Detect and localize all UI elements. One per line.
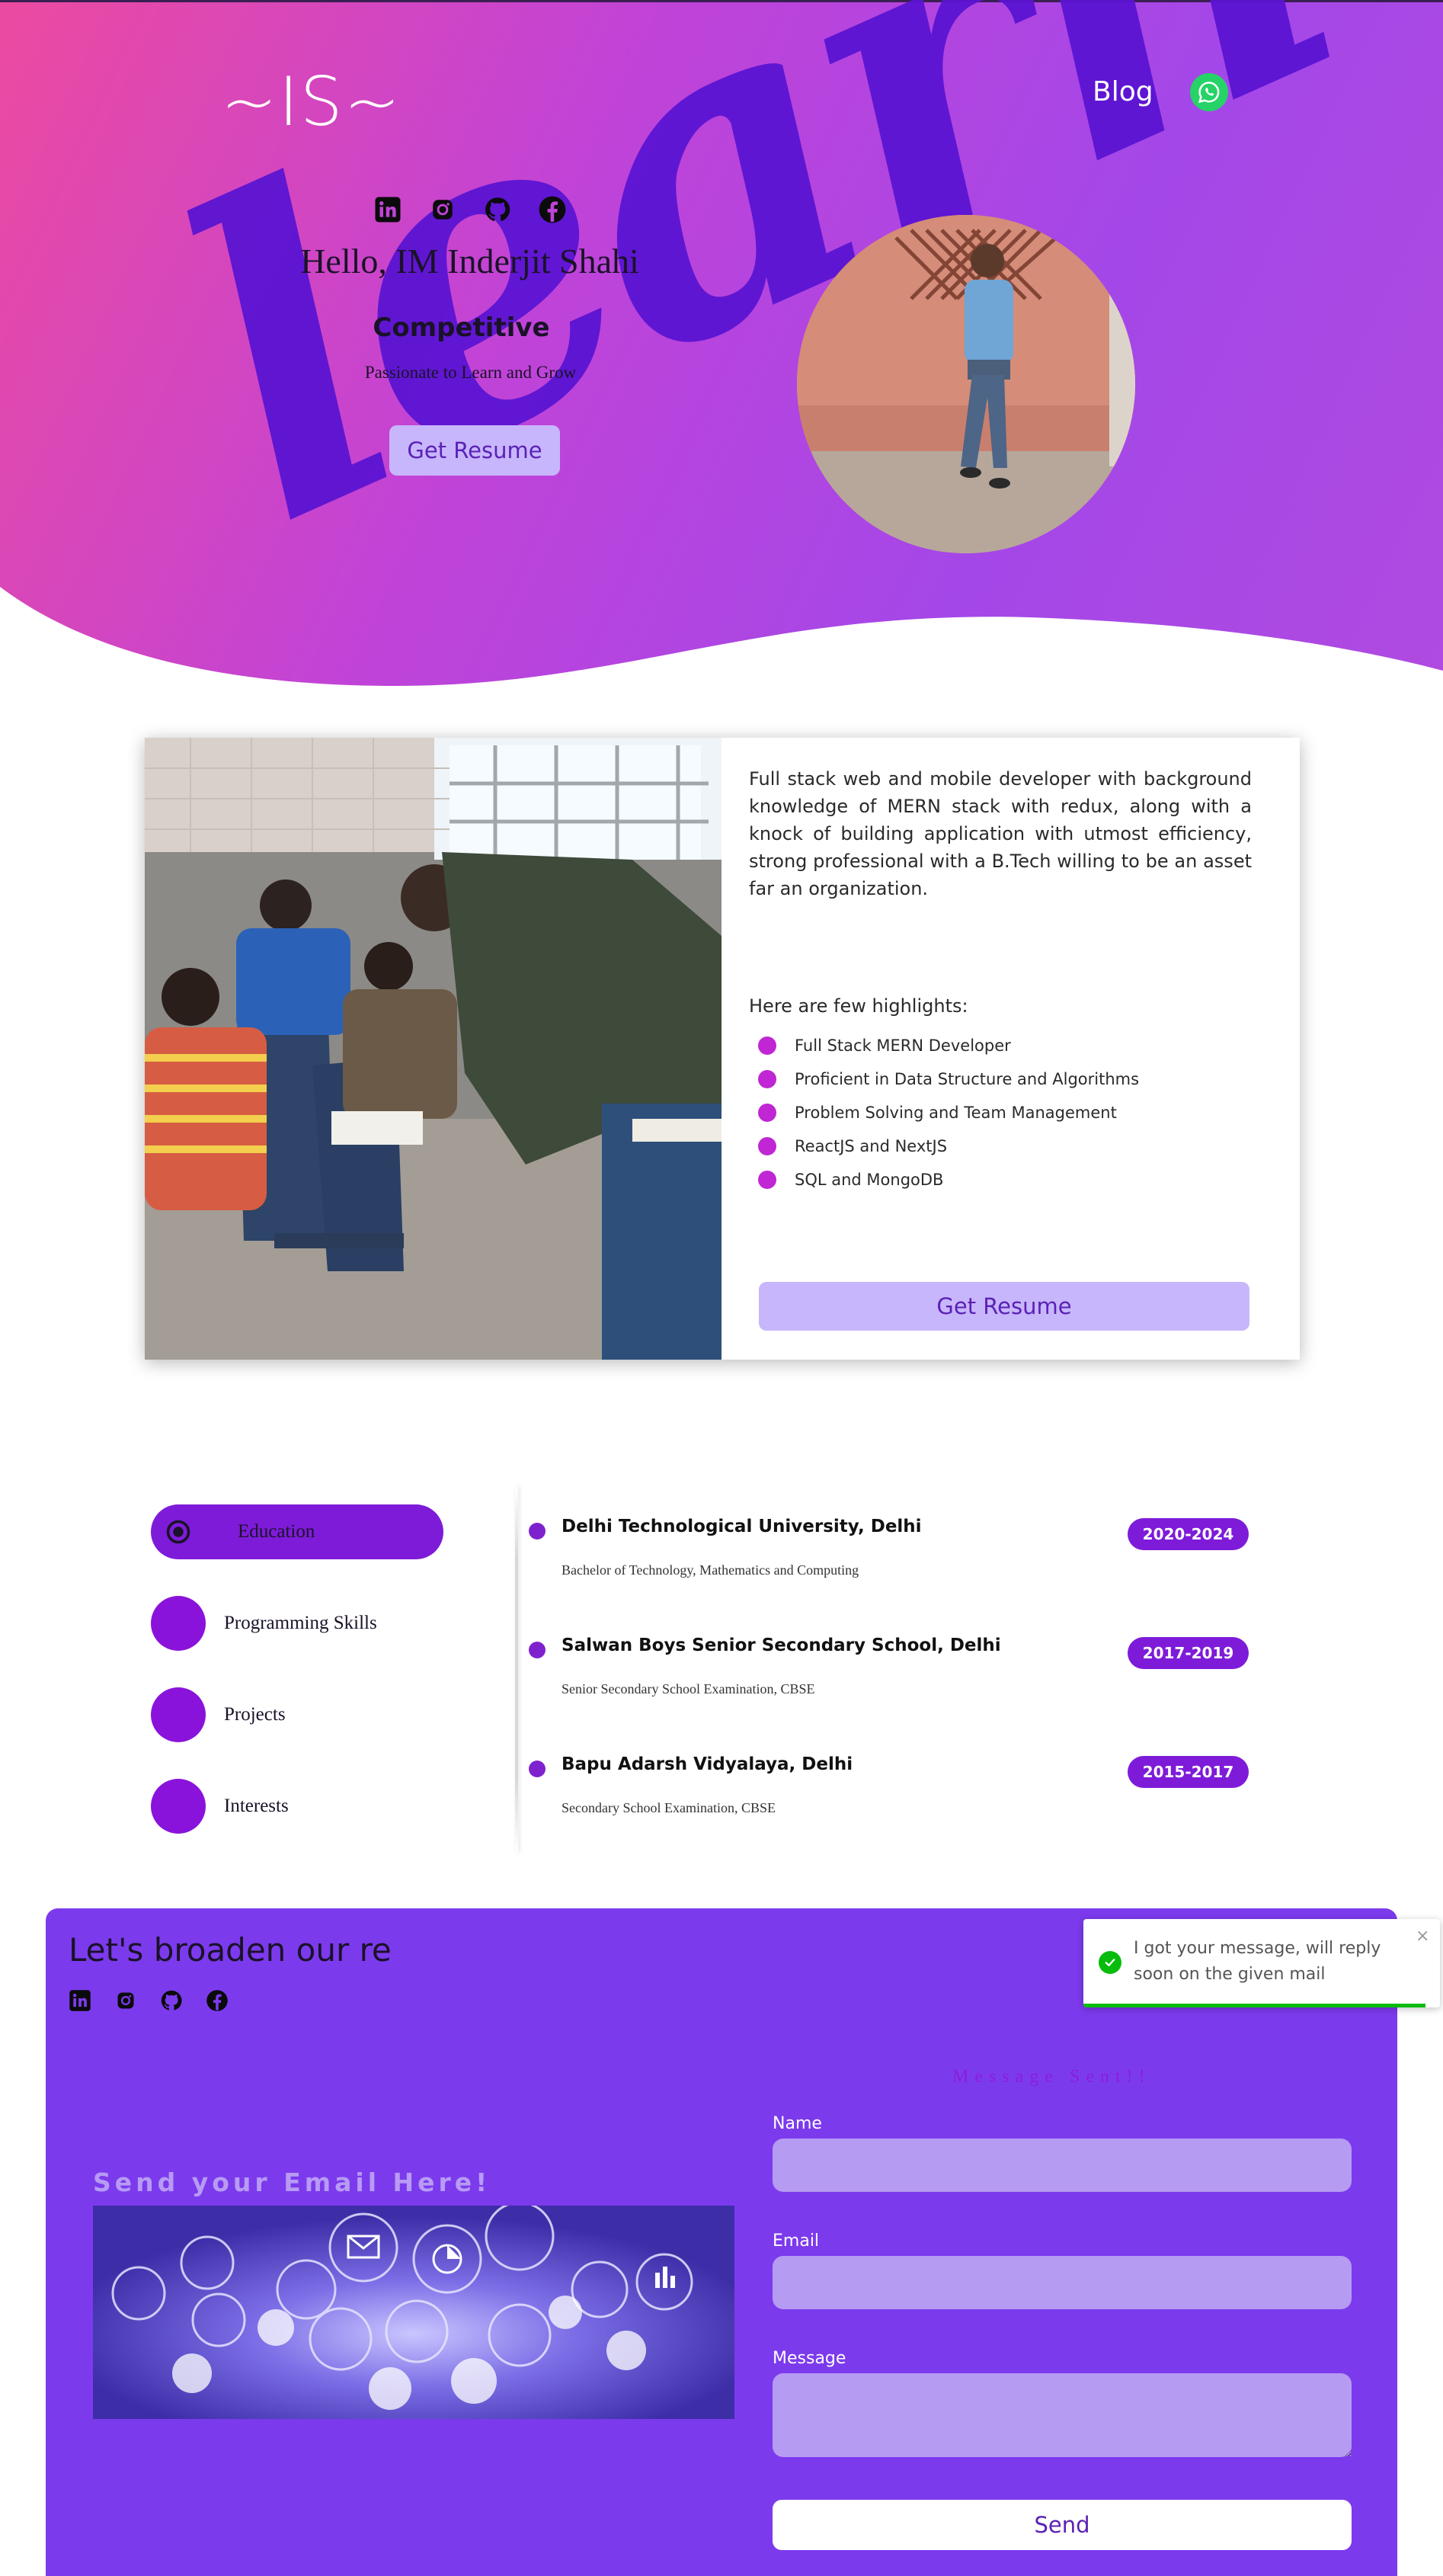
facebook-icon[interactable]: [206, 1989, 229, 2012]
about-photo: [145, 738, 722, 1360]
education-subtitle: Secondary School Examination, CBSE: [562, 1800, 776, 1815]
year-badge: 2020-2024: [1128, 1518, 1249, 1550]
hero-tagline: Passionate to Learn and Grow: [364, 363, 577, 382]
top-border: [0, 0, 1443, 2]
hero-wave: [0, 587, 1443, 694]
linkedin-icon[interactable]: [69, 1989, 91, 2012]
highlight-item: Full Stack MERN Developer: [758, 1029, 1139, 1062]
linkedin-icon[interactable]: [373, 195, 402, 224]
send-button[interactable]: Send: [773, 2500, 1352, 2550]
profile-avatar: [797, 215, 1135, 553]
hero-greeting: Hello, IM Inderjit Shahi: [300, 242, 639, 280]
highlights-title: Here are few highlights:: [749, 995, 968, 1017]
tab-circle-icon: [151, 1687, 206, 1742]
tabs-divider: [515, 1486, 518, 1852]
about-description: Full stack web and mobile developer with…: [749, 768, 1252, 899]
hero-social-links: [373, 195, 567, 224]
highlight-text: SQL and MongoDB: [795, 1171, 944, 1189]
contact-social-links: [69, 1989, 229, 2012]
tab-label: Projects: [224, 1704, 286, 1725]
education-list: Delhi Technological University, Delhi Ba…: [526, 1515, 1288, 1872]
highlight-text: Proficient in Data Structure and Algorit…: [795, 1070, 1140, 1088]
site-logo[interactable]: ~IS~: [221, 62, 402, 141]
education-item: Salwan Boys Senior Secondary School, Del…: [526, 1634, 1288, 1753]
highlight-item: Problem Solving and Team Management: [758, 1096, 1139, 1129]
tab-label: Interests: [224, 1796, 289, 1816]
contact-illustration: [93, 2206, 734, 2419]
timeline-dot: [529, 1642, 546, 1658]
bullet-dot: [758, 1171, 776, 1189]
toast-message: I got your message, will reply soon on t…: [1134, 1939, 1381, 1984]
target-icon: [151, 1504, 206, 1559]
tab-projects[interactable]: Projects: [151, 1687, 443, 1742]
nav-blog-link[interactable]: Blog: [1093, 76, 1153, 107]
education-title: Delhi Technological University, Delhi: [562, 1517, 922, 1536]
tab-label: Programming Skills: [224, 1613, 377, 1633]
year-badge: 2017-2019: [1128, 1637, 1249, 1669]
education-item: Delhi Technological University, Delhi Ba…: [526, 1515, 1288, 1634]
contact-section: Let's broaden our re Message Sent!! Send…: [46, 1908, 1397, 2576]
hero-get-resume-button[interactable]: Get Resume: [389, 425, 560, 476]
facebook-icon[interactable]: [538, 195, 567, 224]
bullet-dot: [758, 1070, 776, 1088]
timeline-dot: [529, 1523, 546, 1540]
bullet-dot: [758, 1036, 776, 1055]
contact-title: Let's broaden our re: [69, 1931, 392, 1969]
message-textarea[interactable]: [773, 2373, 1352, 2457]
message-label: Message: [773, 2349, 846, 2368]
education-title: Bapu Adarsh Vidyalaya, Delhi: [562, 1754, 853, 1774]
highlight-text: Problem Solving and Team Management: [795, 1104, 1117, 1122]
highlights-list: Full Stack MERN Developer Proficient in …: [758, 1029, 1139, 1197]
email-label: Email: [773, 2232, 820, 2251]
github-icon[interactable]: [483, 195, 512, 224]
about-get-resume-button[interactable]: Get Resume: [759, 1282, 1249, 1331]
toast-progress-bar: [1083, 2004, 1426, 2007]
instagram-icon[interactable]: [114, 1989, 137, 2012]
resume-tabs: Education Programming Skills Projects In…: [151, 1504, 443, 1870]
tab-education[interactable]: Education: [151, 1504, 443, 1559]
email-input[interactable]: [773, 2256, 1352, 2309]
tab-circle-icon: [151, 1779, 206, 1834]
bullet-dot: [758, 1137, 776, 1155]
name-input[interactable]: [773, 2139, 1352, 2192]
education-title: Salwan Boys Senior Secondary School, Del…: [562, 1636, 1001, 1655]
year-badge: 2015-2017: [1128, 1756, 1249, 1788]
highlight-text: Full Stack MERN Developer: [795, 1036, 1011, 1055]
github-icon[interactable]: [160, 1989, 183, 2012]
close-icon[interactable]: ×: [1416, 1927, 1429, 1946]
about-card: Full stack web and mobile developer with…: [145, 738, 1300, 1360]
bullet-dot: [758, 1104, 776, 1122]
whatsapp-icon[interactable]: [1190, 73, 1228, 111]
highlight-item: SQL and MongoDB: [758, 1163, 1139, 1197]
highlight-item: Proficient in Data Structure and Algorit…: [758, 1062, 1139, 1096]
hero-role: Competitive: [373, 312, 550, 343]
check-icon: [1099, 1951, 1121, 1974]
tab-label: Education: [238, 1521, 315, 1542]
tab-circle-icon: [151, 1596, 206, 1651]
portfolio-page: learn Sl ~IS~ Blog Hello: [0, 0, 1443, 2576]
tab-interests[interactable]: Interests: [151, 1779, 443, 1834]
education-subtitle: Senior Secondary School Examination, CBS…: [562, 1681, 815, 1697]
send-email-heading: Send your Email Here!: [93, 2167, 491, 2197]
instagram-icon[interactable]: [428, 195, 457, 224]
hero-section: learn Sl ~IS~ Blog Hello: [0, 0, 1443, 694]
success-toast: I got your message, will reply soon on t…: [1083, 1919, 1440, 2007]
name-label: Name: [773, 2114, 822, 2133]
education-subtitle: Bachelor of Technology, Mathematics and …: [562, 1562, 859, 1578]
timeline-dot: [529, 1761, 546, 1777]
tab-programming-skills[interactable]: Programming Skills: [151, 1596, 443, 1651]
message-sent-status: Message Sent!!: [952, 2067, 1151, 2087]
highlight-text: ReactJS and NextJS: [795, 1137, 948, 1155]
highlight-item: ReactJS and NextJS: [758, 1129, 1139, 1163]
education-item: Bapu Adarsh Vidyalaya, Delhi Secondary S…: [526, 1753, 1288, 1872]
